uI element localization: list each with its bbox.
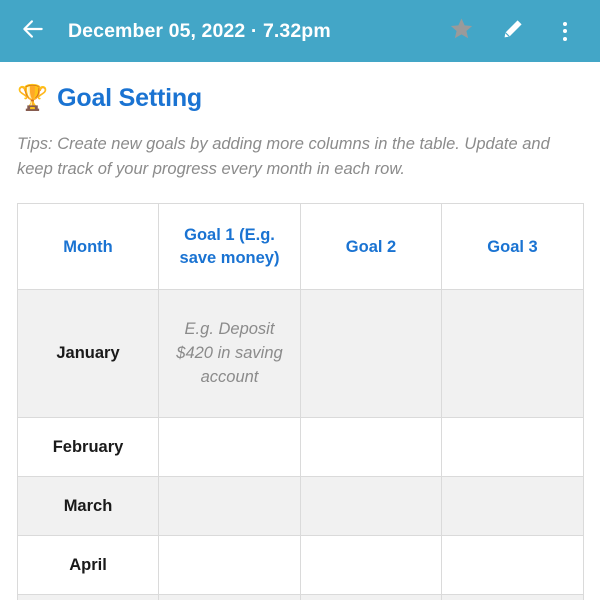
cell-goal1-next[interactable] — [158, 594, 301, 600]
column-header-goal-1[interactable]: Goal 1 (E.g. save money) — [158, 203, 301, 291]
goal-table: Month Goal 1 (E.g. save money) Goal 2 Go… — [17, 203, 584, 600]
more-options-button[interactable] — [552, 18, 578, 44]
cell-month-next[interactable] — [17, 594, 159, 600]
column-header-goal-3[interactable]: Goal 3 — [441, 203, 584, 291]
column-header-goal-2[interactable]: Goal 2 — [300, 203, 442, 291]
goal-table-header: Month Goal 1 (E.g. save money) Goal 2 Go… — [17, 203, 584, 291]
cell-month-february[interactable]: February — [17, 417, 159, 478]
more-vertical-icon-dot-3 — [563, 36, 567, 41]
cell-month-april[interactable]: April — [17, 535, 159, 596]
note-title: 🏆 Goal Setting — [17, 84, 583, 113]
table-row: February — [17, 417, 584, 478]
note-body: 🏆 Goal Setting Tips: Create new goals by… — [0, 84, 600, 600]
cell-goal2-next[interactable] — [300, 594, 442, 600]
table-row — [17, 594, 584, 600]
cell-goal3-january[interactable] — [441, 289, 584, 419]
arrow-left-icon — [20, 16, 46, 47]
more-vertical-icon-dot-2 — [563, 29, 567, 33]
app-bar: December 05, 2022 · 7.32pm — [0, 0, 600, 62]
star-icon — [449, 16, 474, 46]
cell-goal1-january[interactable]: E.g. Deposit $420 in saving account — [158, 289, 301, 419]
cell-goal1-february[interactable] — [158, 417, 301, 478]
cell-goal2-march[interactable] — [300, 476, 442, 537]
goal-table-wrapper: Month Goal 1 (E.g. save money) Goal 2 Go… — [17, 203, 584, 600]
cell-goal2-january[interactable] — [300, 289, 442, 419]
cell-goal2-april[interactable] — [300, 535, 442, 596]
table-row: January E.g. Deposit $420 in saving acco… — [17, 289, 584, 419]
edit-button[interactable] — [500, 18, 526, 44]
favorite-button[interactable] — [448, 18, 474, 44]
note-date-title: December 05, 2022 · 7.32pm — [68, 19, 331, 42]
trophy-icon: 🏆 — [17, 84, 49, 112]
cell-month-march[interactable]: March — [17, 476, 159, 537]
pencil-icon — [501, 17, 525, 46]
more-vertical-icon-dot-1 — [563, 21, 567, 26]
tips-paragraph: Tips: Create new goals by adding more co… — [17, 135, 550, 179]
table-header-row: Month Goal 1 (E.g. save money) Goal 2 Go… — [17, 203, 584, 291]
page-title: Goal Setting — [57, 84, 202, 112]
cell-month-january[interactable]: January — [17, 289, 159, 419]
table-row: March — [17, 476, 584, 537]
cell-goal3-february[interactable] — [441, 417, 584, 478]
cell-goal3-next[interactable] — [441, 594, 584, 600]
cell-goal2-february[interactable] — [300, 417, 442, 478]
table-row: April — [17, 535, 584, 596]
cell-goal3-april[interactable] — [441, 535, 584, 596]
app-bar-actions — [448, 18, 578, 44]
cell-goal1-march[interactable] — [158, 476, 301, 537]
column-header-month[interactable]: Month — [17, 203, 159, 291]
cell-goal3-march[interactable] — [441, 476, 584, 537]
goal-table-body: January E.g. Deposit $420 in saving acco… — [17, 289, 584, 600]
back-button[interactable] — [16, 14, 50, 48]
cell-goal1-april[interactable] — [158, 535, 301, 596]
